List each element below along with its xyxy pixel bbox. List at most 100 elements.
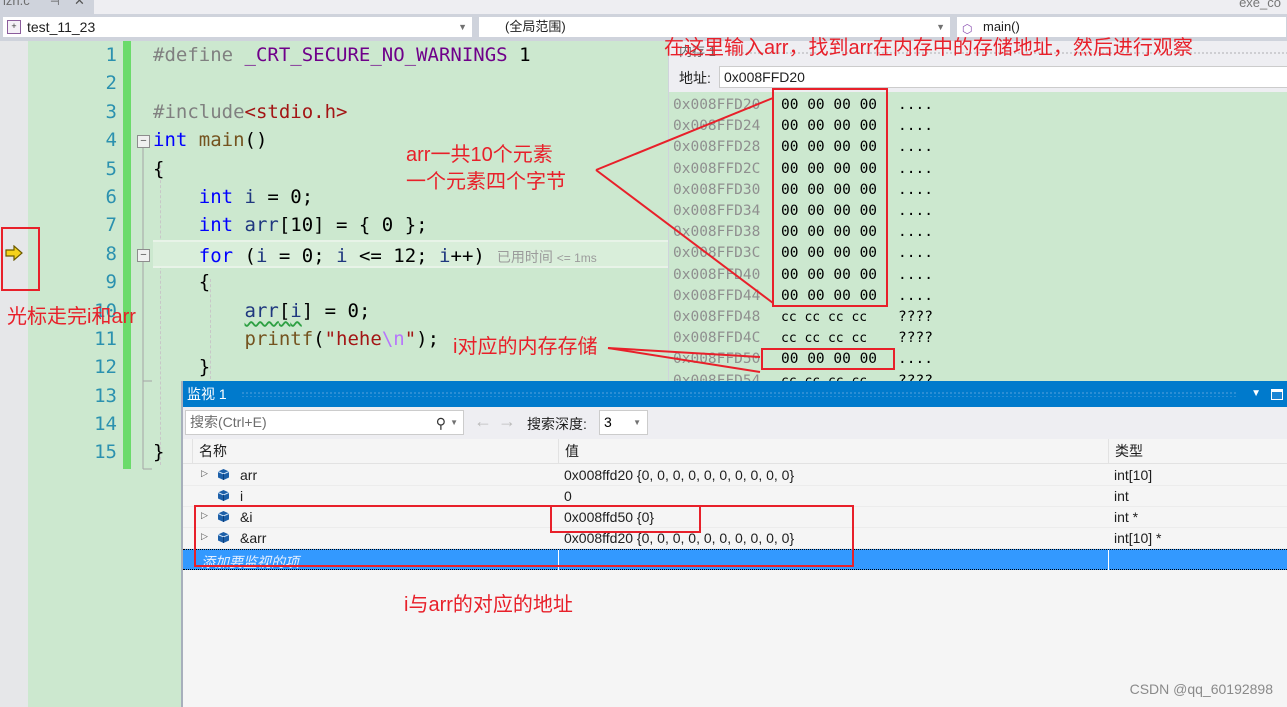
column-header-type[interactable]: 类型 (1108, 439, 1287, 464)
code-text: { (198, 271, 211, 294)
variable-cube-icon (217, 490, 230, 501)
annotation-box-exec-arrow (1, 227, 40, 291)
right-tab-label[interactable]: exe_co (1239, 0, 1281, 10)
memory-row-address: 0x008FFD28 (673, 139, 761, 156)
search-depth-value: 3 (604, 414, 612, 430)
memory-row-address: 0x008FFD38 (673, 224, 761, 241)
ide-window: lzn.c ⊣ ✕ exe_co + test_11_23 ▼ (全局范围) ▼… (0, 0, 1287, 707)
function-name: printf (244, 327, 314, 350)
watch-window-title-bar: 监视 1 ▼ (183, 381, 1287, 407)
code-text: } (153, 441, 165, 464)
glyph-margin[interactable] (0, 41, 28, 707)
line-number: 9 (105, 271, 117, 294)
watch-search-input[interactable]: 搜索(Ctrl+E) ⚲ ▼ (185, 410, 464, 435)
code-text: ( (233, 244, 256, 267)
collapse-main-button[interactable]: − (137, 135, 150, 148)
code-text: ( (313, 327, 325, 350)
search-previous-arrow-icon[interactable]: ← (474, 411, 492, 432)
annotation-arr-elements-2: 一个元素四个字节 (406, 171, 566, 193)
code-text: <= 12; (347, 244, 440, 267)
line-number: 2 (105, 72, 117, 95)
search-next-arrow-icon[interactable]: → (498, 411, 516, 432)
string-literal: "hehe (324, 327, 382, 350)
annotation-cursor-note: 光标走完i和arr (7, 306, 136, 328)
memory-row-address: 0x008FFD3C (673, 245, 761, 262)
search-icon[interactable]: ⚲ (436, 412, 446, 435)
variable-name: i (255, 244, 268, 267)
perf-tip-label: 已用时间 (496, 248, 553, 265)
change-tracking-bar (123, 41, 131, 469)
collapse-for-button[interactable]: − (137, 249, 150, 262)
code-line-1: #define _CRT_SECURE_NO_WARNINGS 1 (153, 41, 668, 69)
escape-sequence: \n (381, 327, 405, 350)
memory-row-address: 0x008FFD54 (673, 372, 761, 381)
document-tab[interactable]: lzn.c ⊣ ✕ (0, 0, 94, 14)
memory-row-address: 0x008FFD4C (673, 330, 761, 347)
memory-row-bytes[interactable]: cc cc cc cc (781, 307, 867, 328)
keyword: int (198, 185, 234, 208)
address-input[interactable]: 0x008FFD20 (719, 66, 1287, 88)
watch-row[interactable]: i 0 int (183, 486, 1287, 507)
memory-row-ascii: ???? (898, 330, 933, 347)
macro-name: _CRT_SECURE_NO_WARNINGS (244, 44, 508, 66)
memory-row-ascii: .... (898, 351, 933, 368)
line-number: 6 (105, 185, 117, 208)
memory-row-ascii: ???? (898, 309, 933, 325)
code-line-9: { (153, 268, 668, 296)
variable-name: i (439, 244, 451, 267)
keyword: int (198, 214, 234, 237)
line-number: 8 (105, 242, 117, 265)
memory-row-ascii: .... (898, 97, 933, 113)
line-number: 1 (105, 44, 117, 66)
maximize-icon[interactable] (1271, 389, 1283, 400)
memory-row-bytes[interactable]: cc cc cc cc (781, 328, 867, 349)
search-depth-dropdown[interactable]: 3 ▼ (599, 410, 648, 435)
annotation-box-i-memory (761, 348, 895, 370)
annotation-address-note: i与arr的对应的地址 (404, 594, 573, 616)
memory-row-ascii: .... (898, 224, 933, 241)
memory-row-ascii: ???? (898, 372, 933, 381)
memory-row-address: 0x008FFD44 (673, 287, 761, 304)
memory-row-ascii: .... (898, 287, 933, 304)
code-text: = 0; (255, 185, 314, 208)
annotation-box-i-address (550, 505, 701, 533)
project-dropdown[interactable]: + test_11_23 ▼ (2, 16, 473, 38)
code-text: ++) (450, 244, 485, 267)
code-line-3: #include<stdio.h> (153, 98, 668, 126)
code-line-8-current: for (i = 0; i <= 12; i++) 已用时间 <= 1ms (153, 239, 668, 269)
memory-rows[interactable]: 0x008FFD20 00 00 00 00.... 0x008FFD24 00 00… (669, 92, 1287, 381)
chevron-down-icon: ▼ (633, 418, 641, 427)
watch-row[interactable]: ▷ arr 0x008ffd20 {0, 0, 0, 0, 0, 0, 0, 0, … (183, 465, 1287, 486)
watch-row-value[interactable]: 0 (564, 488, 572, 504)
warning-squiggle[interactable]: arr[i (245, 300, 302, 322)
line-number: 3 (105, 100, 117, 123)
memory-row-address: 0x008FFD50 (673, 351, 761, 368)
close-icon[interactable]: ✕ (74, 0, 85, 7)
watch-row-name[interactable]: i (240, 488, 243, 504)
code-text: () (244, 129, 268, 152)
watch-search-placeholder: 搜索(Ctrl+E) (190, 414, 267, 430)
code-text: ] = 0; (301, 299, 371, 322)
memory-row-ascii: .... (898, 118, 933, 135)
chevron-down-icon[interactable]: ▼ (450, 411, 458, 434)
watch-row-type: int (1114, 488, 1129, 504)
watch-row-value[interactable]: 0x008ffd20 {0, 0, 0, 0, 0, 0, 0, 0, 0, 0… (564, 467, 794, 483)
annotation-box-address-rows (194, 505, 854, 567)
window-menu-dropdown-icon[interactable]: ▼ (1251, 381, 1261, 407)
variable-cube-icon (217, 469, 230, 480)
watch-row-name[interactable]: arr (240, 467, 257, 483)
column-header-value[interactable]: 值 (558, 439, 1108, 464)
code-text: ); (416, 327, 440, 350)
expand-arrow-icon[interactable]: ▷ (201, 468, 208, 479)
perf-tip[interactable]: 已用时间 <= 1ms (497, 249, 597, 265)
keyword: for (198, 244, 234, 267)
memory-row-bytes[interactable]: cc cc cc cc (781, 371, 867, 381)
line-number: 13 (94, 384, 117, 407)
line-number: 14 (94, 413, 117, 436)
line-number: 12 (94, 356, 117, 379)
preprocessor-directive: #define (153, 44, 245, 66)
column-header-name[interactable]: 名称 (192, 439, 558, 464)
annotation-box-arr-memory (772, 88, 888, 307)
project-dropdown-value: test_11_23 (27, 19, 96, 35)
pin-icon[interactable]: ⊣ (50, 0, 60, 8)
